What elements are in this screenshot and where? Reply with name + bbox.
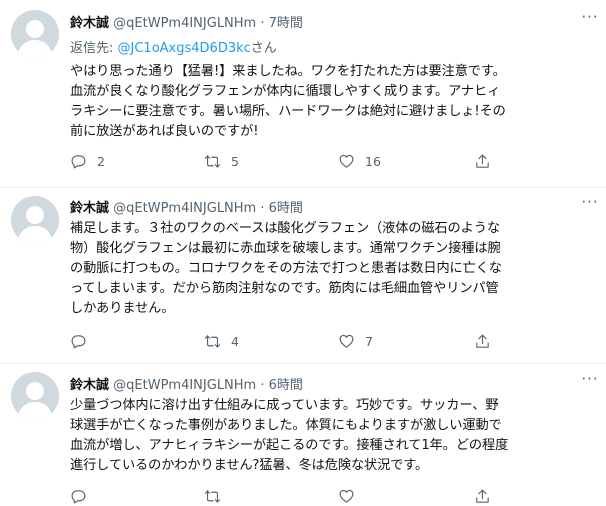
- more-icon[interactable]: ···: [580, 372, 600, 388]
- replying-to: 返信先: @JC1oAxgs4D6D3kcさん: [70, 37, 277, 56]
- like-count: 7: [365, 333, 373, 349]
- tweet-actions: 2 5 16: [70, 151, 600, 171]
- tweet-header: 鈴木誠 @qEtWPm4INJGLNHm · 6時間: [70, 374, 303, 393]
- tweet-1[interactable]: 鈴木誠 @qEtWPm4INJGLNHm · 7時間 ··· 返信先: @JC1…: [0, 0, 606, 188]
- like-count: 16: [365, 153, 381, 169]
- timestamp[interactable]: 6時間: [269, 201, 303, 216]
- default-avatar-icon: [11, 196, 59, 244]
- retweet-icon: [204, 489, 221, 503]
- tweet-actions: 4 7: [70, 331, 600, 351]
- retweet-count: 4: [231, 333, 239, 349]
- reply-button[interactable]: [70, 486, 97, 506]
- separator-dot: ·: [260, 16, 265, 31]
- timestamp[interactable]: 6時間: [269, 378, 303, 393]
- reply-icon: [71, 334, 86, 348]
- separator-dot: ·: [260, 378, 265, 393]
- heart-icon: [339, 489, 354, 503]
- avatar[interactable]: [11, 372, 59, 420]
- more-icon[interactable]: ···: [580, 195, 600, 211]
- reply-count: 2: [97, 153, 105, 169]
- tweet-actions: [70, 486, 600, 506]
- replying-prefix: 返信先:: [70, 41, 118, 56]
- retweet-icon: [204, 154, 221, 168]
- tweet-header: 鈴木誠 @qEtWPm4INJGLNHm · 7時間: [70, 12, 303, 31]
- more-icon[interactable]: ···: [580, 10, 600, 26]
- share-icon: [476, 154, 489, 168]
- retweet-button[interactable]: [204, 486, 231, 506]
- share-icon: [476, 334, 489, 348]
- tweet-header: 鈴木誠 @qEtWPm4INJGLNHm · 6時間: [70, 197, 303, 216]
- share-button[interactable]: [474, 331, 491, 351]
- reply-icon: [71, 489, 86, 503]
- like-button[interactable]: [338, 486, 365, 506]
- like-button[interactable]: 7: [338, 331, 373, 351]
- reply-button[interactable]: [70, 331, 97, 351]
- retweet-button[interactable]: 4: [204, 331, 239, 351]
- share-icon: [476, 489, 489, 503]
- avatar[interactable]: [11, 10, 59, 58]
- tweet-text: やはり思った通り【猛暑!】来ましたね。ワクを打たれた方は要注意です。 血流が良く…: [70, 64, 506, 139]
- tweet-2[interactable]: 鈴木誠 @qEtWPm4INJGLNHm · 6時間 ··· 補足します。３社の…: [0, 188, 606, 364]
- user-handle[interactable]: @qEtWPm4INJGLNHm: [113, 201, 256, 216]
- default-avatar-icon: [11, 372, 59, 420]
- replying-suffix: さん: [250, 41, 277, 56]
- avatar[interactable]: [11, 196, 59, 244]
- heart-icon: [339, 334, 354, 348]
- retweet-count: 5: [231, 153, 239, 169]
- heart-icon: [339, 154, 354, 168]
- retweet-button[interactable]: 5: [204, 151, 239, 171]
- share-button[interactable]: [474, 486, 491, 506]
- display-name[interactable]: 鈴木誠: [70, 201, 109, 216]
- display-name[interactable]: 鈴木誠: [70, 378, 109, 393]
- tweet-3[interactable]: 鈴木誠 @qEtWPm4INJGLNHm · 6時間 ··· 少量づつ体内に溶け…: [0, 364, 606, 503]
- like-button[interactable]: 16: [338, 151, 381, 171]
- separator-dot: ·: [260, 201, 265, 216]
- default-avatar-icon: [11, 10, 59, 58]
- user-handle[interactable]: @qEtWPm4INJGLNHm: [113, 16, 256, 31]
- tweet-text: 少量づつ体内に溶け出す仕組みに成っています。巧妙です。サッカー、野 球選手が亡く…: [70, 398, 509, 473]
- display-name[interactable]: 鈴木誠: [70, 16, 109, 31]
- reply-button[interactable]: 2: [70, 151, 105, 171]
- share-button[interactable]: [474, 151, 491, 171]
- user-handle[interactable]: @qEtWPm4INJGLNHm: [113, 378, 256, 393]
- retweet-icon: [204, 334, 221, 348]
- reply-icon: [71, 154, 86, 168]
- mention-link[interactable]: @JC1oAxgs4D6D3kc: [118, 41, 251, 56]
- tweet-text: 補足します。３社のワクのベースは酸化グラフェン（液体の磁石のような 物）酸化グラ…: [70, 221, 502, 316]
- timestamp[interactable]: 7時間: [269, 16, 303, 31]
